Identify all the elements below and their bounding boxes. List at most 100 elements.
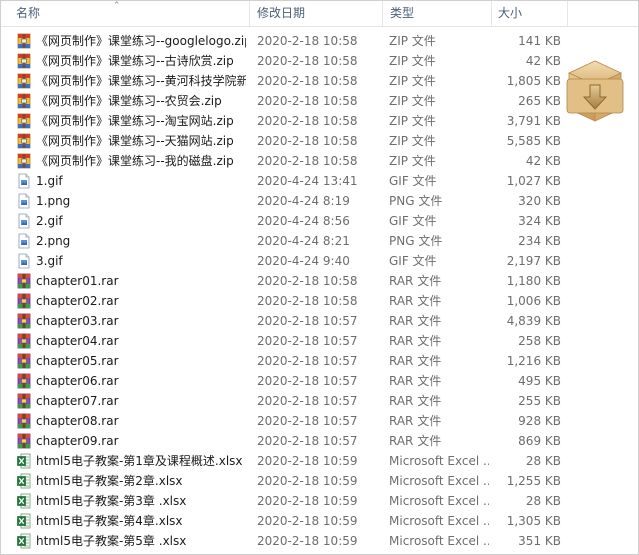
file-row[interactable]: html5电子教案-第2章.xlsx 2020-2-18 10:59 Microso… (1, 471, 638, 491)
file-row[interactable]: chapter07.rar 2020-2-18 10:57 RAR 文件 255 KB (1, 391, 638, 411)
file-size: 265 KB (518, 94, 561, 108)
file-type: GIF 文件 (389, 214, 437, 228)
column-divider[interactable] (382, 1, 383, 26)
file-row[interactable]: 1.gif 2020-4-24 13:41 GIF 文件 1,027 KB (1, 171, 638, 191)
file-size: 28 KB (525, 494, 561, 508)
file-modified-date: 2020-2-18 10:59 (257, 494, 358, 508)
file-modified-date: 2020-2-18 10:58 (257, 34, 358, 48)
file-modified-date: 2020-2-18 10:57 (257, 334, 358, 348)
image-file-icon (17, 211, 33, 231)
file-type: GIF 文件 (389, 174, 437, 188)
file-row[interactable]: html5电子教案-第3章 .xlsx 2020-2-18 10:59 Micros… (1, 491, 638, 511)
file-type: ZIP 文件 (389, 74, 436, 88)
file-name: 3.gif (36, 254, 63, 268)
file-modified-date: 2020-2-18 10:57 (257, 374, 358, 388)
file-size: 495 KB (518, 374, 561, 388)
image-file-icon (17, 171, 33, 191)
file-modified-date: 2020-2-18 10:59 (257, 454, 358, 468)
file-type: ZIP 文件 (389, 114, 436, 128)
file-name: 《网页制作》课堂练习--googlelogo.zip (36, 34, 246, 48)
file-row[interactable]: html5电子教案-第1章及课程概述.xlsx 2020-2-18 10:59 Mi… (1, 451, 638, 471)
image-file-icon (17, 231, 33, 251)
file-row[interactable]: 3.gif 2020-4-24 9:40 GIF 文件 2,197 KB (1, 251, 638, 271)
file-size: 320 KB (518, 194, 561, 208)
file-explorer-window: ⌃ 名称 修改日期 类型 大小 《网页制作》课堂练习--googlelogo.z… (0, 0, 639, 555)
column-header-date[interactable]: 修改日期 (257, 1, 305, 26)
zip-archive-icon (17, 91, 33, 111)
file-type: ZIP 文件 (389, 54, 436, 68)
rar-archive-icon (17, 271, 33, 291)
file-type: PNG 文件 (389, 234, 443, 248)
column-header-name[interactable]: 名称 (16, 1, 40, 26)
file-modified-date: 2020-2-18 10:58 (257, 154, 358, 168)
zip-archive-icon (17, 131, 33, 151)
file-size: 4,839 KB (506, 314, 561, 328)
file-type: Microsoft Excel ... (389, 474, 489, 488)
file-row[interactable]: 《网页制作》课堂练习--古诗欣赏.zip 2020-2-18 10:58 ZIP 文… (1, 51, 638, 71)
column-divider[interactable] (567, 1, 568, 26)
file-row[interactable]: chapter08.rar 2020-2-18 10:57 RAR 文件 928 KB (1, 411, 638, 431)
column-header-type[interactable]: 类型 (390, 1, 414, 26)
file-row[interactable]: 《网页制作》课堂练习--黄河科技学院新... 2020-2-18 10:58 ZIP… (1, 71, 638, 91)
file-name: html5电子教案-第2章.xlsx (36, 474, 183, 488)
file-size: 258 KB (518, 334, 561, 348)
file-size: 1,305 KB (506, 514, 561, 528)
file-size: 255 KB (518, 394, 561, 408)
file-size: 324 KB (518, 214, 561, 228)
file-row[interactable]: 2.png 2020-4-24 8:21 PNG 文件 234 KB (1, 231, 638, 251)
file-name: 《网页制作》课堂练习--农贸会.zip (36, 94, 222, 108)
file-type: RAR 文件 (389, 394, 442, 408)
file-name: 《网页制作》课堂练习--我的磁盘.zip (36, 154, 234, 168)
zip-archive-icon (17, 51, 33, 71)
file-row[interactable]: chapter05.rar 2020-2-18 10:57 RAR 文件 1,216 … (1, 351, 638, 371)
file-row[interactable]: chapter02.rar 2020-2-18 10:58 RAR 文件 1,006 … (1, 291, 638, 311)
file-size: 1,805 KB (506, 74, 561, 88)
file-modified-date: 2020-4-24 13:41 (257, 174, 358, 188)
file-row[interactable]: chapter04.rar 2020-2-18 10:57 RAR 文件 258 KB (1, 331, 638, 351)
file-type: Microsoft Excel ... (389, 494, 489, 508)
file-modified-date: 2020-2-18 10:58 (257, 94, 358, 108)
file-row[interactable]: 《网页制作》课堂练习--农贸会.zip 2020-2-18 10:58 ZIP 文件… (1, 91, 638, 111)
file-row[interactable]: chapter06.rar 2020-2-18 10:57 RAR 文件 495 KB (1, 371, 638, 391)
file-size: 234 KB (518, 234, 561, 248)
file-modified-date: 2020-2-18 10:58 (257, 74, 358, 88)
rar-archive-icon (17, 411, 33, 431)
file-type: Microsoft Excel ... (389, 514, 489, 528)
file-size: 1,180 KB (506, 274, 561, 288)
file-size: 28 KB (525, 454, 561, 468)
file-row[interactable]: html5电子教案-第4章.xlsx 2020-2-18 10:59 Microso… (1, 511, 638, 531)
file-row[interactable]: 1.png 2020-4-24 8:19 PNG 文件 320 KB (1, 191, 638, 211)
column-header-size[interactable]: 大小 (498, 1, 522, 26)
file-size: 2,197 KB (506, 254, 561, 268)
column-divider[interactable] (491, 1, 492, 26)
file-modified-date: 2020-2-18 10:57 (257, 414, 358, 428)
zip-archive-icon (17, 151, 33, 171)
file-type: RAR 文件 (389, 294, 442, 308)
rar-archive-icon (17, 391, 33, 411)
file-type: RAR 文件 (389, 334, 442, 348)
file-type: RAR 文件 (389, 434, 442, 448)
file-modified-date: 2020-2-18 10:58 (257, 134, 358, 148)
file-row[interactable]: html5电子教案-第5章 .xlsx 2020-2-18 10:59 Micros… (1, 531, 638, 551)
zip-archive-icon (17, 71, 33, 91)
excel-file-icon (17, 531, 33, 551)
file-row[interactable]: 2.gif 2020-4-24 8:56 GIF 文件 324 KB (1, 211, 638, 231)
file-row[interactable]: 《网页制作》课堂练习--googlelogo.zip 2020-2-18 10:5… (1, 31, 638, 51)
file-modified-date: 2020-2-18 10:57 (257, 354, 358, 368)
file-modified-date: 2020-4-24 8:56 (257, 214, 350, 228)
file-name: html5电子教案-第5章 .xlsx (36, 534, 187, 548)
file-modified-date: 2020-2-18 10:58 (257, 294, 358, 308)
file-name: html5电子教案-第1章及课程概述.xlsx (36, 454, 243, 468)
file-row[interactable]: 《网页制作》课堂练习--淘宝网站.zip 2020-2-18 10:58 ZIP 文… (1, 111, 638, 131)
rar-archive-icon (17, 291, 33, 311)
file-row[interactable]: chapter09.rar 2020-2-18 10:57 RAR 文件 869 KB (1, 431, 638, 451)
file-row[interactable]: 《网页制作》课堂练习--我的磁盘.zip 2020-2-18 10:58 ZIP 文… (1, 151, 638, 171)
column-divider[interactable] (249, 1, 250, 26)
file-row[interactable]: 《网页制作》课堂练习--天猫网站.zip 2020-2-18 10:58 ZIP 文… (1, 131, 638, 151)
file-modified-date: 2020-2-18 10:58 (257, 54, 358, 68)
file-row[interactable]: chapter01.rar 2020-2-18 10:58 RAR 文件 1,180 … (1, 271, 638, 291)
file-name: 2.gif (36, 214, 63, 228)
file-modified-date: 2020-4-24 8:19 (257, 194, 350, 208)
file-row[interactable]: chapter03.rar 2020-2-18 10:57 RAR 文件 4,839 … (1, 311, 638, 331)
rar-archive-icon (17, 311, 33, 331)
